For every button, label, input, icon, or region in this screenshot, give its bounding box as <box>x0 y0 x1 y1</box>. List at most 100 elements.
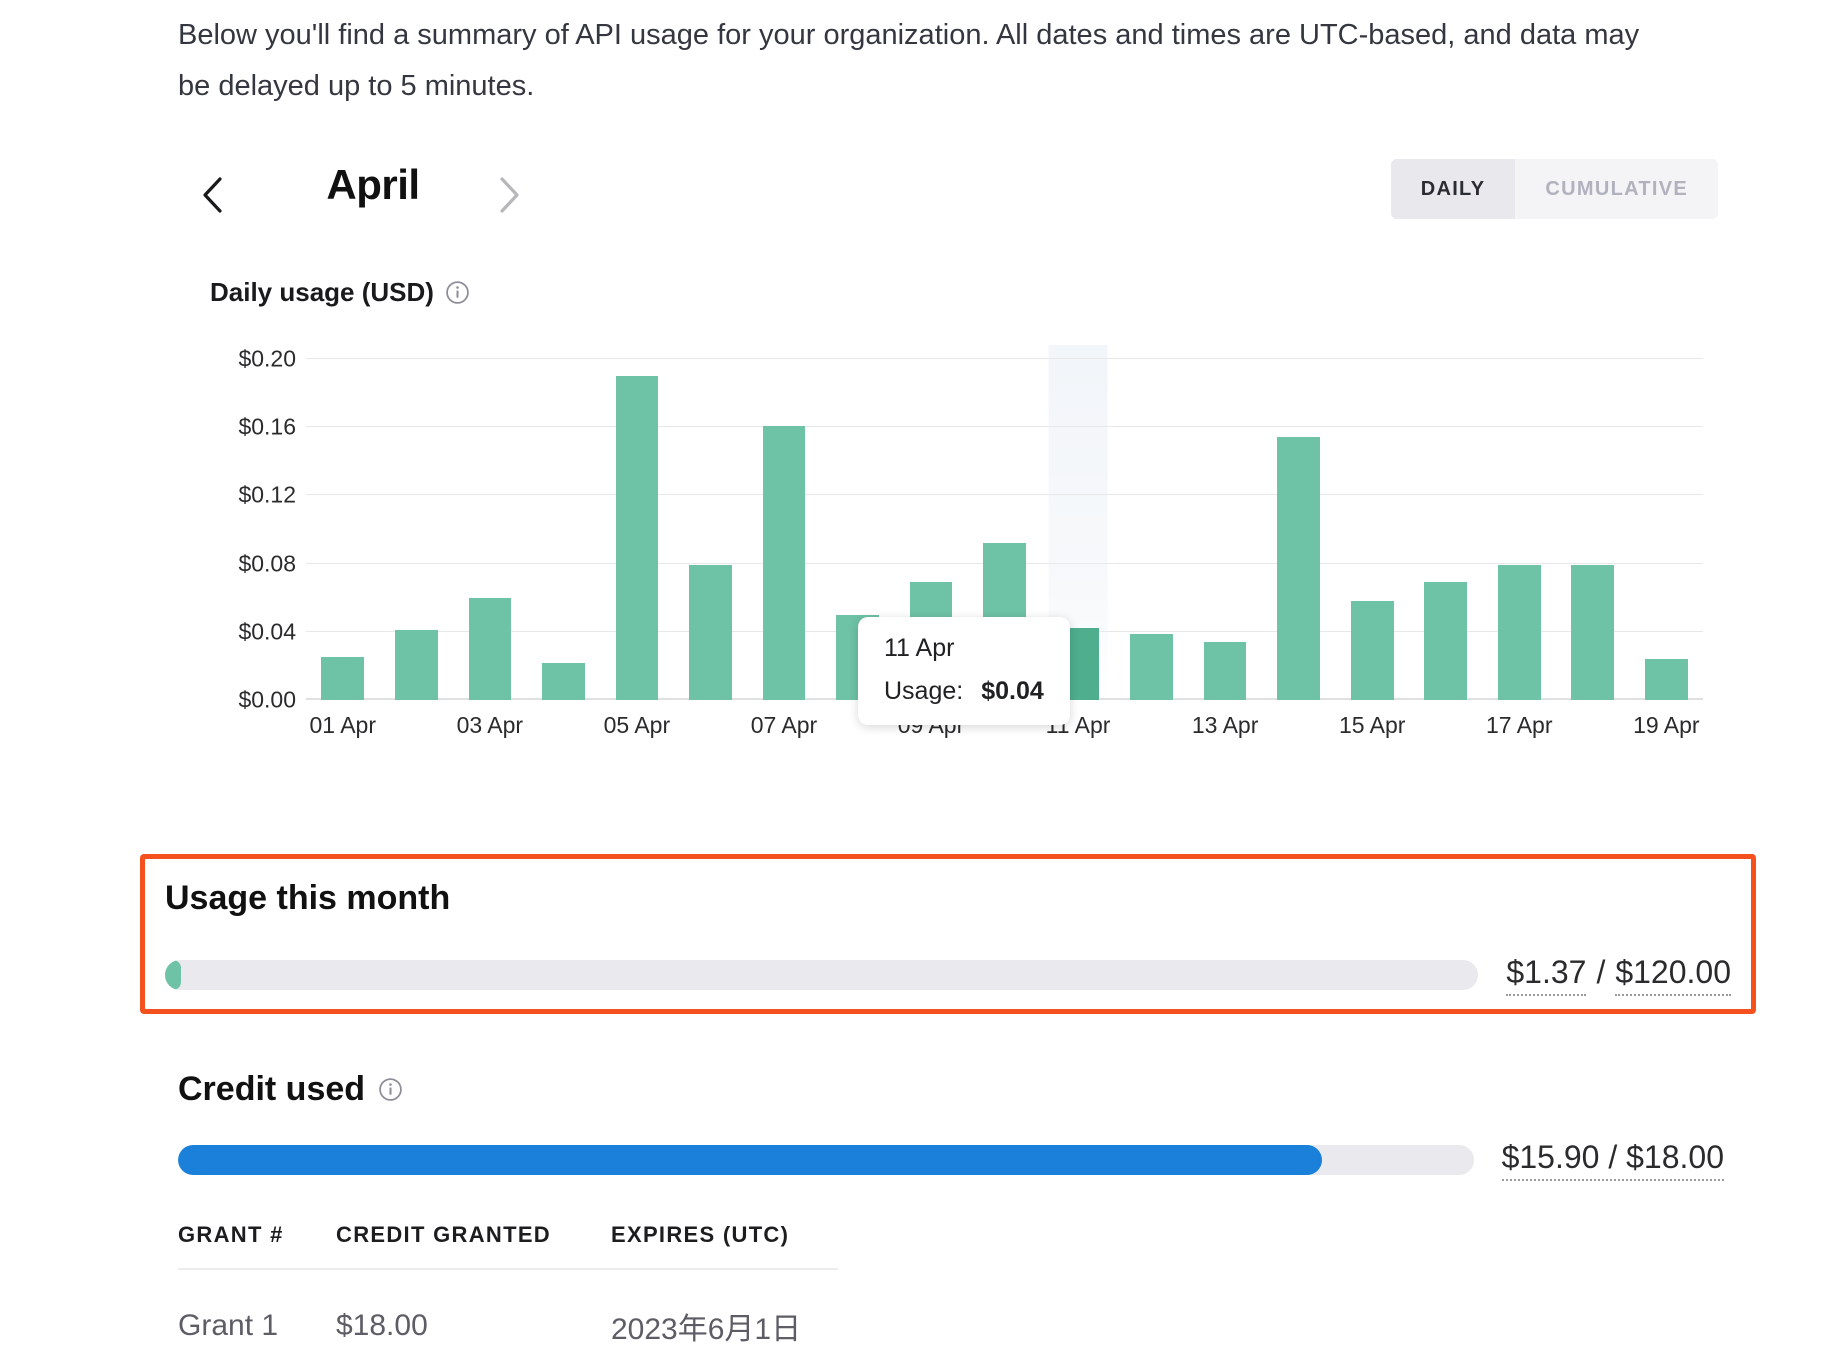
page-description: Below you'll find a summary of API usage… <box>178 19 1640 102</box>
usage-this-month-title: Usage this month <box>165 879 451 917</box>
x-axis-tick-label: 13 Apr <box>1191 712 1259 738</box>
bar-slot[interactable] <box>1556 359 1630 700</box>
column-header-expires: EXPIRES (UTC) <box>611 1222 838 1270</box>
x-axis-slot: 19 Apr <box>1630 700 1704 740</box>
y-axis: $0.00 $0.04 $0.08 $0.12 $0.16 $0.20 <box>178 346 296 713</box>
current-month-label: April <box>326 161 420 208</box>
x-axis-slot: 05 Apr <box>600 700 674 740</box>
x-axis-tick-label: 17 Apr <box>1486 712 1553 738</box>
credit-progress-track <box>178 1145 1474 1175</box>
grant-number-cell: Grant 1 <box>178 1309 279 1342</box>
x-axis-tick-label: 15 Apr <box>1338 712 1406 738</box>
y-axis-tick-label: $0.20 <box>238 345 296 372</box>
bar-slot[interactable] <box>527 359 601 700</box>
column-header-grant: GRANT # <box>178 1222 336 1270</box>
bar-slot[interactable] <box>1335 359 1409 700</box>
bar-slot[interactable] <box>1409 359 1483 700</box>
gridline <box>306 358 1703 359</box>
credit-granted-cell: $18.00 <box>336 1309 428 1342</box>
chart-bar[interactable] <box>468 597 512 700</box>
credit-combined-value: $15.90 / $18.00 <box>1501 1139 1724 1181</box>
chart-tooltip: 11 Apr Usage: $0.04 <box>858 617 1070 725</box>
x-axis-slot <box>1409 700 1483 740</box>
chart-bar[interactable] <box>1203 642 1247 700</box>
x-axis-slot: 01 Apr <box>306 700 380 740</box>
tooltip-usage-row: Usage: $0.04 <box>884 677 1044 706</box>
tab-daily[interactable]: DAILY <box>1390 159 1516 219</box>
next-month-button[interactable] <box>488 165 532 225</box>
chart-bar[interactable] <box>542 662 585 700</box>
bar-slot[interactable] <box>453 359 527 700</box>
y-axis-tick-label: $0.16 <box>238 413 296 440</box>
x-axis-tick-label: 05 Apr <box>603 712 671 738</box>
credit-amount-label: $15.90 / $18.00 <box>1501 1139 1724 1181</box>
view-mode-toggle[interactable]: DAILY CUMULATIVE <box>1390 159 1718 219</box>
usage-amount-label: $1.37 / $120.00 <box>1506 954 1731 996</box>
tooltip-usage-value: $0.04 <box>981 677 1044 705</box>
info-circle-icon <box>379 1078 402 1101</box>
credit-progress-fill <box>178 1145 1322 1175</box>
x-axis-slot: 03 Apr <box>453 700 527 740</box>
bar-slot[interactable] <box>380 359 454 700</box>
chart-bar[interactable] <box>689 565 732 700</box>
bar-slot[interactable] <box>1483 359 1557 700</box>
y-axis-tick-label: $0.00 <box>238 686 296 713</box>
expires-cell: 2023年6月1日 <box>611 1313 802 1346</box>
bar-slot[interactable] <box>1188 359 1262 700</box>
usage-used-value: $1.37 <box>1506 954 1587 996</box>
x-axis-slot: 15 Apr <box>1335 700 1409 740</box>
chart-bar[interactable] <box>615 376 659 700</box>
column-header-credit-granted: CREDIT GRANTED <box>336 1222 611 1270</box>
x-axis-slot <box>674 700 748 740</box>
usage-separator: / <box>1596 954 1606 990</box>
tooltip-usage-label: Usage: <box>884 677 964 705</box>
y-axis-tick-label: $0.12 <box>238 481 296 508</box>
x-axis-tick-label: 01 Apr <box>309 712 377 738</box>
chart-title: Daily usage (USD) <box>210 277 470 308</box>
x-axis-slot <box>1556 700 1630 740</box>
month-navigation-header: April DAILY CUMULATIVE <box>178 159 1718 237</box>
bar-slot[interactable] <box>1115 359 1189 700</box>
chart-bar[interactable] <box>1350 601 1394 700</box>
chart-bar[interactable] <box>394 630 438 700</box>
x-axis-slot: 17 Apr <box>1483 700 1557 740</box>
usage-limit-value: $120.00 <box>1615 954 1731 996</box>
chart-bar[interactable] <box>1645 659 1688 700</box>
info-icon[interactable] <box>378 1077 403 1102</box>
table-row: Grant 1 $18.00 2023年6月1日 <box>178 1269 838 1348</box>
table-header-row: GRANT # CREDIT GRANTED EXPIRES (UTC) <box>178 1222 838 1270</box>
bar-slot[interactable] <box>1630 359 1704 700</box>
x-axis-tick-label: 19 Apr <box>1633 712 1700 738</box>
tooltip-date: 11 Apr <box>884 634 955 662</box>
chart-bar[interactable] <box>1497 565 1541 700</box>
chart-bar[interactable] <box>762 425 806 700</box>
x-axis-slot: 07 Apr <box>747 700 821 740</box>
tab-cumulative[interactable]: CUMULATIVE <box>1515 159 1718 219</box>
credit-used-title: Credit used <box>178 1070 403 1109</box>
x-axis-slot <box>527 700 601 740</box>
x-axis-slot: 13 Apr <box>1188 700 1262 740</box>
chart-title-label: Daily usage (USD) <box>210 277 434 307</box>
bar-slot[interactable] <box>1262 359 1336 700</box>
bar-slot[interactable] <box>600 359 674 700</box>
bar-slot[interactable] <box>674 359 748 700</box>
usage-this-month-section: Usage this month $1.37 / $120.00 <box>140 854 1756 1014</box>
chart-bar[interactable] <box>321 657 365 700</box>
chart-bar[interactable] <box>1424 582 1468 700</box>
x-axis-slot <box>380 700 454 740</box>
usage-this-month-row: $1.37 / $120.00 <box>165 954 1731 996</box>
chart-bar[interactable] <box>1130 633 1173 700</box>
chevron-left-icon <box>203 177 222 213</box>
grants-table: GRANT # CREDIT GRANTED EXPIRES (UTC) Gra… <box>178 1222 1724 1348</box>
info-icon[interactable] <box>445 280 470 305</box>
gridline <box>306 494 1703 496</box>
bar-slot[interactable] <box>306 359 380 700</box>
chevron-right-icon <box>500 177 519 213</box>
previous-month-button[interactable] <box>190 165 234 225</box>
chart-bar[interactable] <box>1571 565 1615 700</box>
credit-used-label: Credit used <box>178 1070 366 1108</box>
x-axis-tick-label: 03 Apr <box>456 712 524 738</box>
bar-slot[interactable] <box>747 359 821 700</box>
gridline <box>306 426 1703 428</box>
chart-bar[interactable] <box>1277 437 1320 700</box>
